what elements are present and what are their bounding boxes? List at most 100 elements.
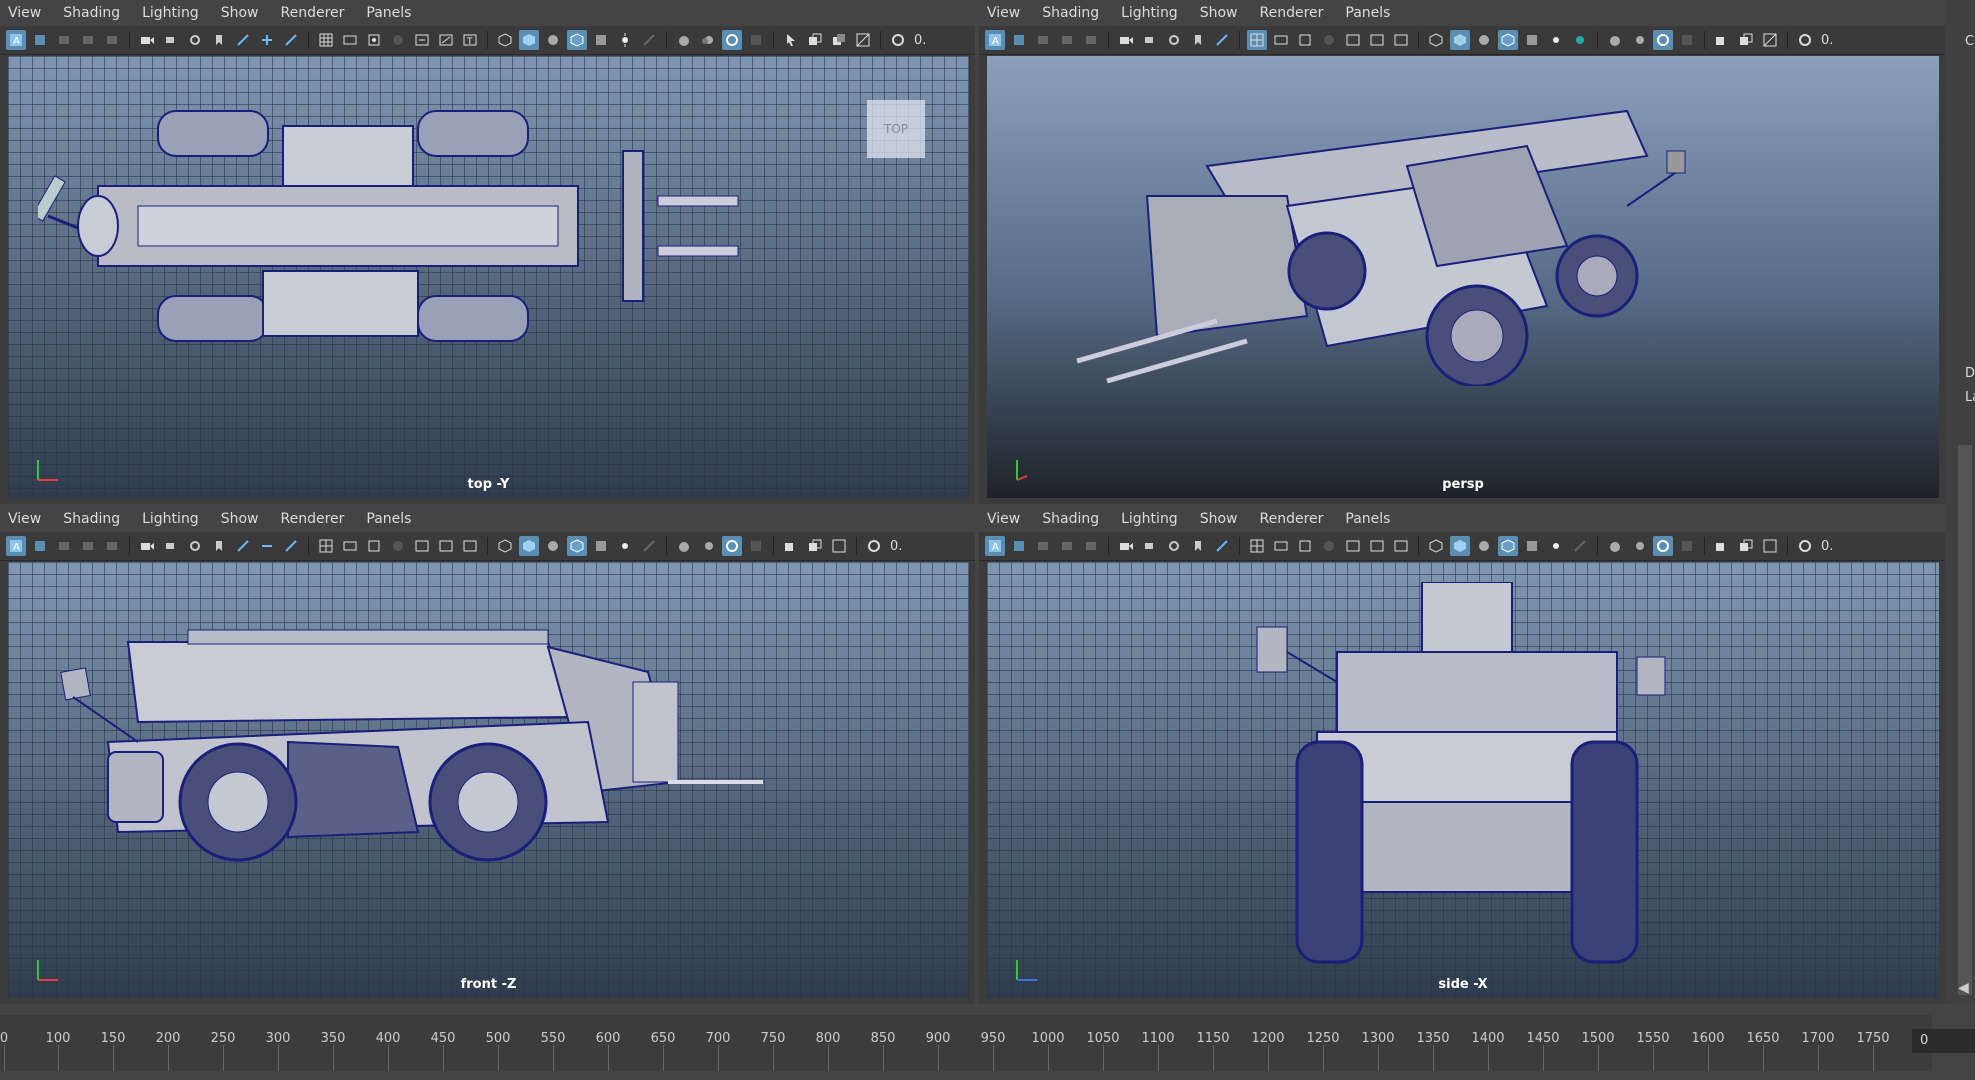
motion-blur-icon[interactable] [1629,536,1649,556]
camera-move-icon[interactable] [161,30,181,50]
menu-lighting[interactable]: Lighting [1121,511,1178,527]
current-frame-field[interactable]: 0 [1912,1029,1975,1053]
wireframe-on-shaded-icon[interactable] [567,536,587,556]
camera-attributes-icon[interactable] [30,30,50,50]
menu-lighting[interactable]: Lighting [1121,5,1178,21]
pencil-icon[interactable] [281,30,301,50]
camera-track-icon[interactable] [185,536,205,556]
safe-action-icon[interactable] [436,30,456,50]
shadows-icon[interactable] [639,536,659,556]
menu-panels[interactable]: Panels [1345,5,1390,21]
shadows-icon[interactable] [639,30,659,50]
wireframe-on-shaded-icon[interactable] [1498,30,1518,50]
wireframe-on-shaded-icon[interactable] [1498,536,1518,556]
camera-attributes-icon[interactable] [30,536,50,556]
field-chart-icon[interactable] [1343,30,1363,50]
gamma-icon[interactable] [864,536,884,556]
viewport-canvas[interactable]: front -Z [8,562,969,998]
wireframe-icon[interactable] [1426,536,1446,556]
wireframe-icon[interactable] [1426,30,1446,50]
camera-icon[interactable] [1116,536,1136,556]
default-material-icon[interactable] [543,30,563,50]
pan-zoom-icon[interactable] [257,30,277,50]
menu-panels[interactable]: Panels [366,511,411,527]
safe-action-icon[interactable] [436,536,456,556]
gamma-icon[interactable] [1795,536,1815,556]
two-d-pan-icon[interactable] [1081,30,1101,50]
safe-action-icon[interactable] [1367,30,1387,50]
select-camera-icon[interactable]: A [985,536,1005,556]
menu-view[interactable]: View [8,5,41,21]
gamma-icon[interactable] [888,30,908,50]
scroll-left-arrow-icon[interactable]: ◀ [1958,980,1969,996]
image-plane-icon[interactable] [1057,30,1077,50]
textured-icon[interactable] [1522,30,1542,50]
textured-icon[interactable] [1522,536,1542,556]
wireframe-icon[interactable] [495,30,515,50]
bookmark-icon[interactable] [1188,536,1208,556]
viewport-front[interactable]: View Shading Lighting Show Renderer Pane… [0,506,975,1004]
camera-attributes-icon[interactable] [1009,536,1029,556]
ambient-occlusion-icon[interactable] [1605,536,1625,556]
two-d-pan-icon[interactable] [102,536,122,556]
ambient-occlusion-icon[interactable] [1605,30,1625,50]
gate-mask-icon[interactable] [388,536,408,556]
camera-icon[interactable] [1116,30,1136,50]
smooth-shade-icon[interactable] [1450,536,1470,556]
motion-blur-icon[interactable] [698,536,718,556]
film-gate-icon[interactable] [1271,536,1291,556]
camera-icon[interactable] [137,30,157,50]
gate-mask-icon[interactable] [1319,536,1339,556]
viewport-canvas[interactable]: TOP top -Y [8,56,969,498]
gamma-icon[interactable] [1795,30,1815,50]
textured-icon[interactable] [591,30,611,50]
camera-track-icon[interactable] [185,30,205,50]
scrollbar[interactable] [1958,445,1972,995]
bookmarks-icon[interactable] [1033,30,1053,50]
film-gate-icon[interactable] [340,536,360,556]
ambient-occlusion-icon[interactable] [674,536,694,556]
xray-icon[interactable] [805,536,825,556]
menu-show[interactable]: Show [1200,511,1238,527]
grid-icon[interactable] [316,536,336,556]
lights-icon[interactable] [1546,536,1566,556]
smooth-shade-icon[interactable] [519,536,539,556]
image-plane-icon[interactable] [78,30,98,50]
depth-of-field-icon[interactable] [1677,30,1697,50]
film-gate-icon[interactable] [1271,30,1291,50]
safe-title-icon[interactable] [1391,536,1411,556]
menu-shading[interactable]: Shading [63,5,120,21]
field-chart-icon[interactable] [412,30,432,50]
menu-shading[interactable]: Shading [1042,5,1099,21]
shadows-icon[interactable] [1570,536,1590,556]
menu-lighting[interactable]: Lighting [142,5,199,21]
bookmark-icon[interactable] [1188,30,1208,50]
default-material-icon[interactable] [543,536,563,556]
menu-renderer[interactable]: Renderer [1259,5,1323,21]
grease-pencil-icon[interactable] [1212,30,1232,50]
isolate-select-icon[interactable] [1712,536,1732,556]
menu-panels[interactable]: Panels [1345,511,1390,527]
exposure-field[interactable]: 0. [890,539,902,554]
menu-view[interactable]: View [8,511,41,527]
field-chart-icon[interactable] [412,536,432,556]
grid-icon[interactable] [1247,536,1267,556]
pan-zoom-icon[interactable] [257,536,277,556]
depth-of-field-icon[interactable] [746,536,766,556]
shadows-icon[interactable] [1570,30,1590,50]
isolate-select-icon[interactable] [1712,30,1732,50]
bookmark-icon[interactable] [209,30,229,50]
grease-pencil-icon[interactable] [233,30,253,50]
resolution-gate-icon[interactable] [364,536,384,556]
view-cube[interactable]: TOP [867,100,925,158]
menu-show[interactable]: Show [1200,5,1238,21]
xray-icon[interactable] [1736,30,1756,50]
motion-blur-icon[interactable] [698,30,718,50]
exposure-field[interactable]: 0. [1821,33,1833,48]
backface-culling-icon[interactable] [853,30,873,50]
backface-culling-icon[interactable] [1760,30,1780,50]
exposure-field[interactable]: 0. [914,33,926,48]
lights-icon[interactable] [615,30,635,50]
bookmarks-icon[interactable] [1033,536,1053,556]
smooth-shade-icon[interactable] [519,30,539,50]
